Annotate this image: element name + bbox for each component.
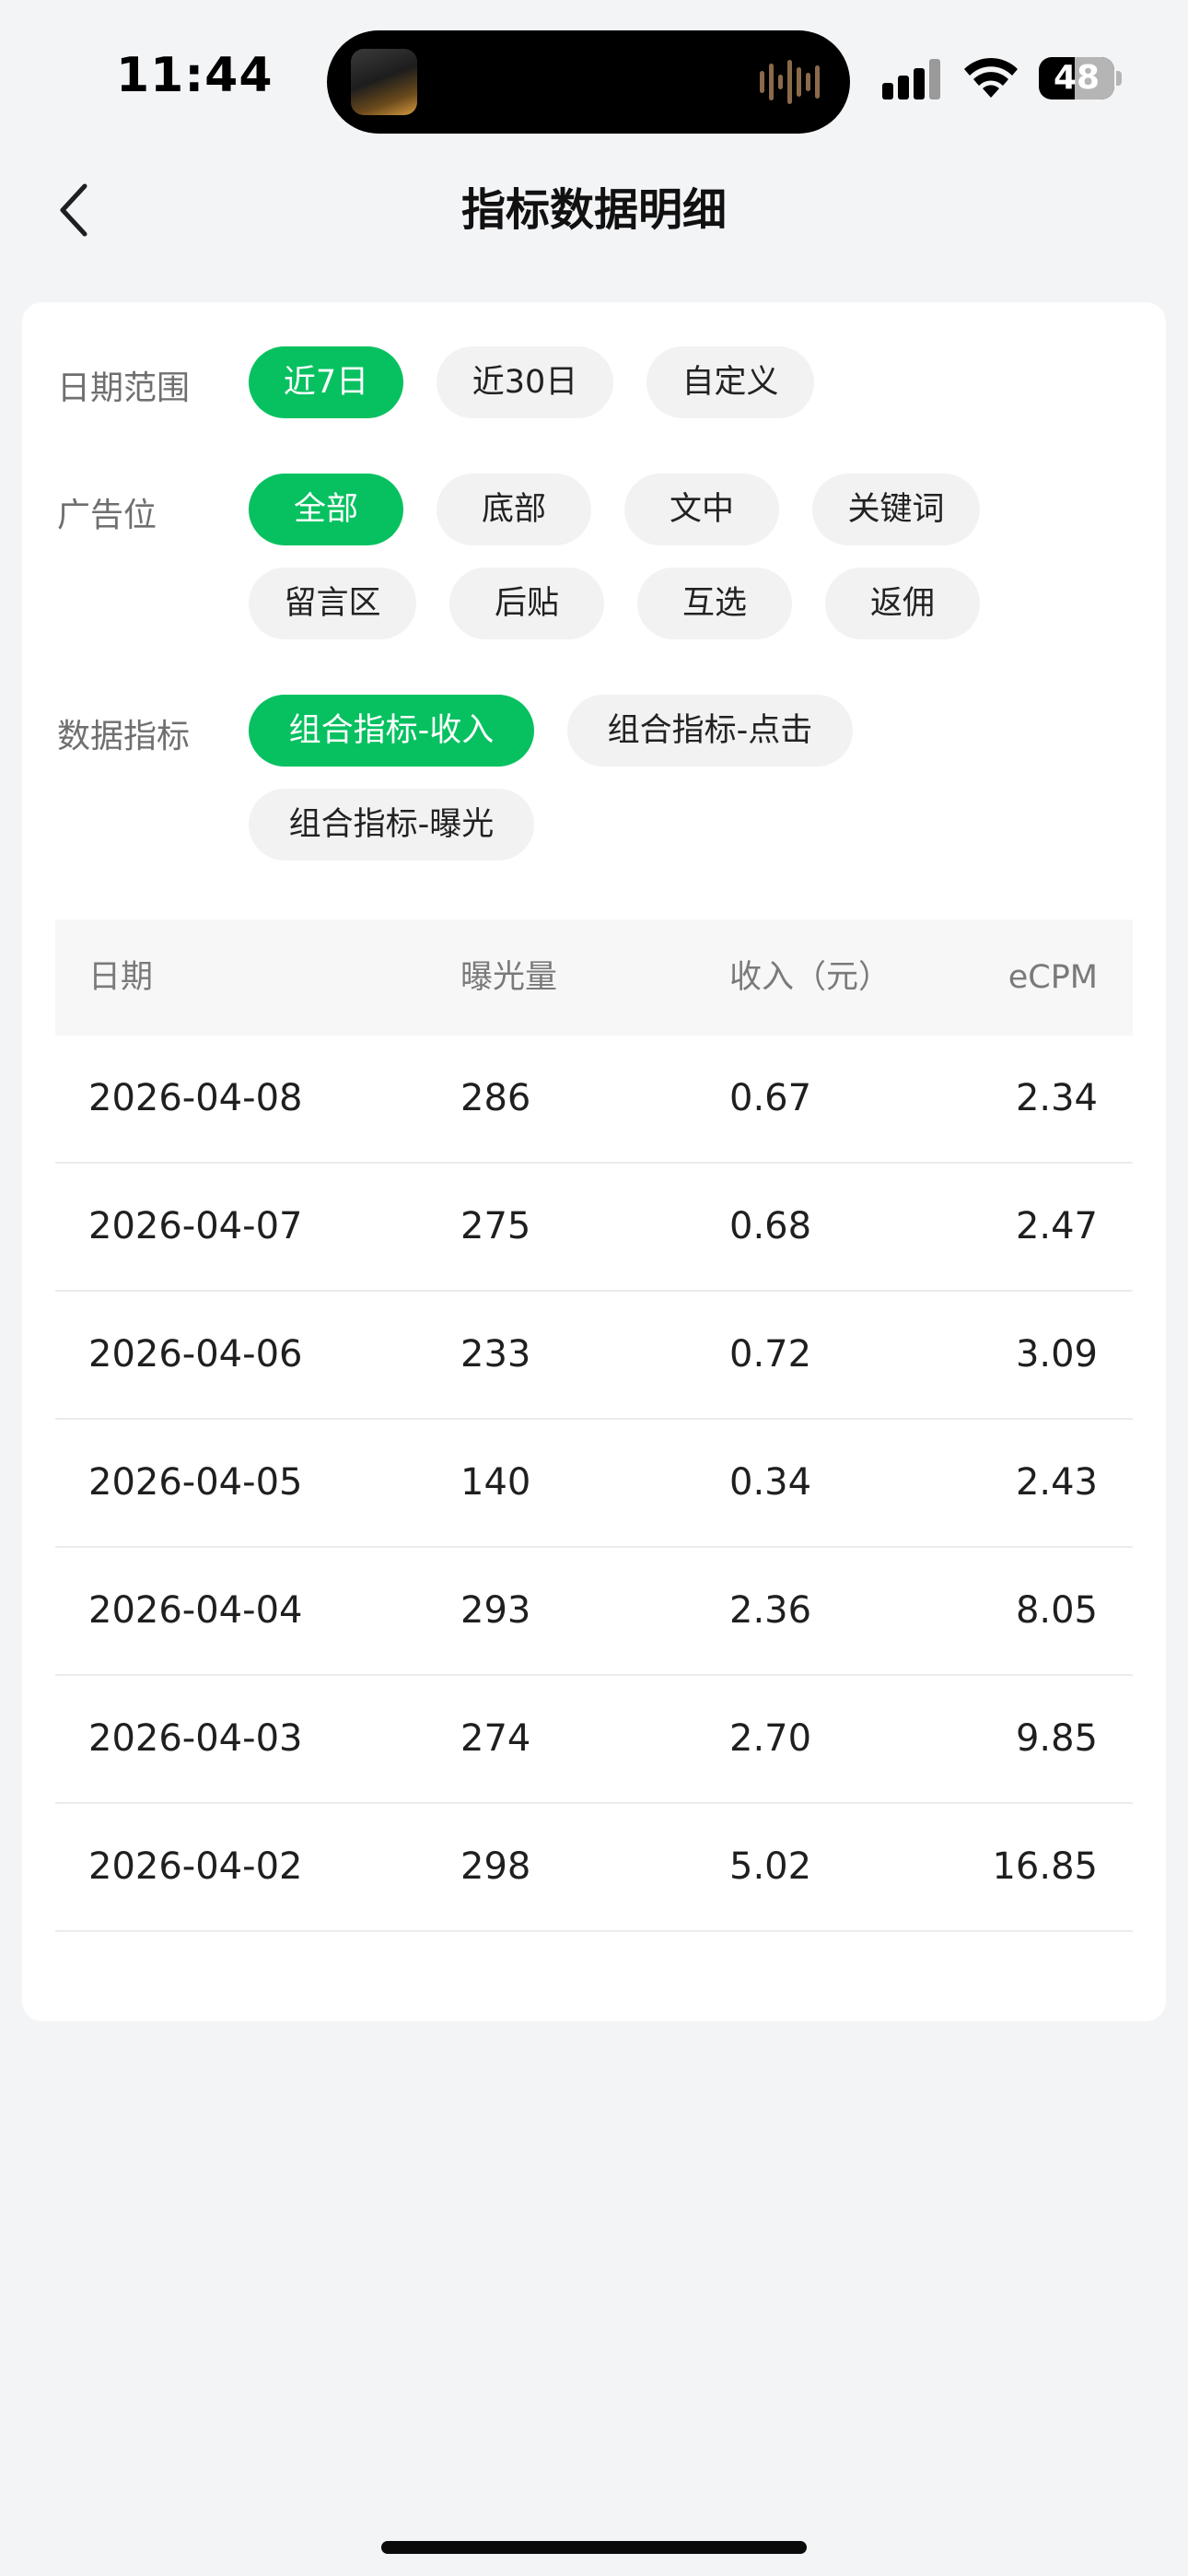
- cell-revenue: 0.67: [729, 1077, 812, 1119]
- cell-exposure: 286: [460, 1077, 531, 1119]
- table-row: 2026-04-08 286 0.67 2.34: [55, 1036, 1133, 1164]
- status-time: 11:44: [116, 48, 274, 103]
- home-indicator[interactable]: [381, 2541, 807, 2554]
- date-range-chip-30d[interactable]: 近30日: [437, 346, 613, 418]
- column-header-exposure: 曝光量: [460, 959, 558, 996]
- status-bar: 11:44 48: [0, 0, 1188, 147]
- table-row: 2026-04-02 298 5.02 16.85: [55, 1804, 1133, 1932]
- cell-ecpm: 9.85: [1015, 1717, 1098, 1760]
- cell-exposure: 274: [460, 1717, 531, 1760]
- cell-date: 2026-04-08: [88, 1077, 303, 1119]
- cell-date: 2026-04-02: [88, 1845, 303, 1888]
- ad-slot-chip-mutual-select[interactable]: 互选: [637, 568, 792, 639]
- cell-revenue: 0.72: [729, 1333, 812, 1376]
- table-row: 2026-04-07 275 0.68 2.47: [55, 1164, 1133, 1292]
- cell-ecpm: 16.85: [992, 1845, 1098, 1888]
- table-row: 2026-04-06 233 0.72 3.09: [55, 1292, 1133, 1420]
- metric-chip-exposure[interactable]: 组合指标-曝光: [249, 789, 534, 861]
- back-chevron-icon[interactable]: [46, 177, 112, 243]
- column-header-ecpm: eCPM: [1007, 959, 1098, 996]
- ad-slot-label: 广告位: [57, 497, 157, 534]
- cell-date: 2026-04-06: [88, 1333, 303, 1376]
- cell-revenue: 5.02: [729, 1845, 812, 1888]
- metrics-card: 日期范围 近7日 近30日 自定义 广告位 全部 底部 文中 关键词 留言区 后…: [22, 302, 1166, 2021]
- page-title: 指标数据明细: [460, 184, 727, 236]
- now-playing-artwork: [351, 49, 417, 115]
- date-range-chip-custom[interactable]: 自定义: [646, 346, 814, 418]
- ad-slot-chip-comments[interactable]: 留言区: [249, 568, 416, 639]
- table-row: 2026-04-05 140 0.34 2.43: [55, 1420, 1133, 1548]
- cellular-signal-icon: [882, 59, 940, 100]
- cell-revenue: 2.36: [729, 1589, 812, 1632]
- cell-revenue: 2.70: [729, 1717, 812, 1760]
- date-range-label: 日期范围: [57, 369, 191, 407]
- battery-icon: 48: [1039, 57, 1114, 100]
- wifi-icon: [964, 57, 1018, 98]
- column-header-date: 日期: [88, 959, 154, 996]
- cell-date: 2026-04-07: [88, 1205, 303, 1247]
- cell-exposure: 293: [460, 1589, 531, 1632]
- metrics-table: 日期 曝光量 收入（元） eCPM 2026-04-08 286 0.67 2.…: [55, 919, 1133, 1932]
- table-row: 2026-04-03 274 2.70 9.85: [55, 1676, 1133, 1804]
- battery-percentage: 48: [1053, 59, 1101, 97]
- cell-ecpm: 2.34: [1015, 1077, 1098, 1119]
- cell-exposure: 140: [460, 1461, 531, 1504]
- battery-indicator: 48: [1039, 57, 1122, 100]
- dynamic-island[interactable]: [327, 30, 850, 134]
- metric-chip-revenue[interactable]: 组合指标-收入: [249, 695, 534, 767]
- ad-slot-chip-keyword[interactable]: 关键词: [812, 474, 980, 545]
- ad-slot-chip-all[interactable]: 全部: [249, 474, 403, 545]
- audio-waveform-icon: [760, 60, 820, 104]
- column-header-revenue: 收入（元）: [729, 959, 891, 996]
- cell-ecpm: 3.09: [1015, 1333, 1098, 1376]
- table-header: 日期 曝光量 收入（元） eCPM: [55, 919, 1133, 1036]
- ad-slot-chip-rebate[interactable]: 返佣: [825, 568, 980, 639]
- cell-revenue: 0.34: [729, 1461, 812, 1504]
- cell-exposure: 275: [460, 1205, 531, 1247]
- cell-ecpm: 2.47: [1015, 1205, 1098, 1247]
- cell-date: 2026-04-05: [88, 1461, 303, 1504]
- ad-slot-chip-bottom[interactable]: 底部: [437, 474, 591, 545]
- cell-ecpm: 2.43: [1015, 1461, 1098, 1504]
- cell-date: 2026-04-04: [88, 1589, 303, 1632]
- metric-label: 数据指标: [57, 718, 191, 755]
- cell-revenue: 0.68: [729, 1205, 812, 1247]
- cell-exposure: 233: [460, 1333, 531, 1376]
- cell-ecpm: 8.05: [1015, 1589, 1098, 1632]
- date-range-chip-7d[interactable]: 近7日: [249, 346, 403, 418]
- cell-exposure: 298: [460, 1845, 531, 1888]
- cell-date: 2026-04-03: [88, 1717, 303, 1760]
- ad-slot-chip-in-article[interactable]: 文中: [624, 474, 779, 545]
- table-row: 2026-04-04 293 2.36 8.05: [55, 1548, 1133, 1676]
- ad-slot-chip-post-roll[interactable]: 后贴: [449, 568, 604, 639]
- metric-chip-clicks[interactable]: 组合指标-点击: [567, 695, 853, 767]
- navigation-bar: 指标数据明细: [0, 157, 1188, 263]
